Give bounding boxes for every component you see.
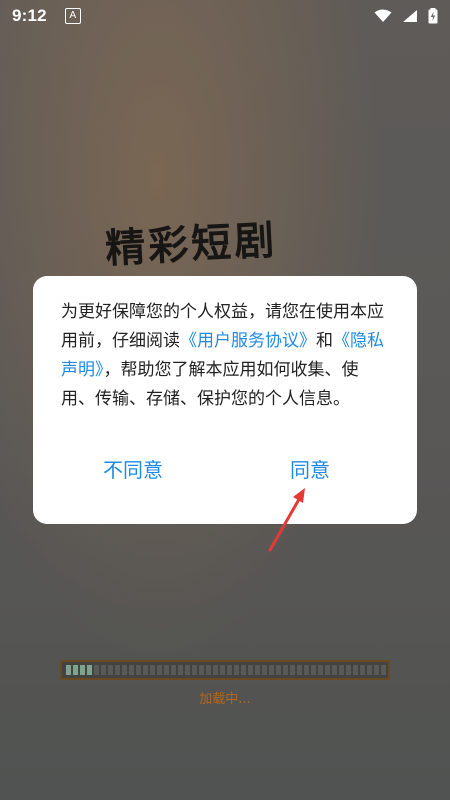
progress-segment (262, 665, 267, 675)
progress-segment (381, 665, 386, 675)
progress-segment (241, 665, 246, 675)
signal-icon (403, 10, 417, 22)
wifi-icon (374, 9, 392, 22)
progress-segment (87, 665, 92, 675)
battery-charging-icon (428, 8, 438, 24)
loading-progress-bar (60, 660, 390, 680)
status-time: 9:12 (12, 6, 47, 25)
progress-segment (157, 665, 162, 675)
progress-segment (227, 665, 232, 675)
progress-segment (129, 665, 134, 675)
progress-segment (66, 665, 71, 675)
progress-segment (199, 665, 204, 675)
progress-segment (339, 665, 344, 675)
dialog-text-part3: ，帮助您了解本应用如何收集、使用、传输、存储、保护您的个人信息。 (61, 360, 359, 409)
progress-segment (332, 665, 337, 675)
progress-segment (150, 665, 155, 675)
progress-segment (248, 665, 253, 675)
progress-segment (206, 665, 211, 675)
agree-button[interactable]: 同意 (290, 454, 330, 483)
progress-segment (220, 665, 225, 675)
progress-segment (192, 665, 197, 675)
progress-segment (255, 665, 260, 675)
status-bar: 9:12 A (0, 0, 450, 32)
status-icons (374, 8, 438, 24)
progress-segment (269, 665, 274, 675)
privacy-consent-dialog: 为更好保障您的个人权益，请您在使用本应用前，仔细阅读《用户服务协议》和《隐私声明… (33, 276, 417, 524)
progress-segment (346, 665, 351, 675)
progress-segment (115, 665, 120, 675)
loading-label: 加载中... (199, 692, 251, 707)
progress-segment (325, 665, 330, 675)
dialog-actions: 不同意 同意 (33, 454, 417, 494)
progress-segment (367, 665, 372, 675)
progress-segment (234, 665, 239, 675)
progress-segment (360, 665, 365, 675)
disagree-button[interactable]: 不同意 (103, 454, 163, 483)
progress-segment (304, 665, 309, 675)
dialog-text-part2: 和 (316, 331, 333, 351)
progress-segment (171, 665, 176, 675)
progress-segment (213, 665, 218, 675)
progress-segment (73, 665, 78, 675)
progress-segment (318, 665, 323, 675)
dialog-message: 为更好保障您的个人权益，请您在使用本应用前，仔细阅读《用户服务协议》和《隐私声明… (61, 298, 391, 414)
progress-segment (353, 665, 358, 675)
progress-segment (311, 665, 316, 675)
progress-segment (374, 665, 379, 675)
progress-segment (276, 665, 281, 675)
progress-segment (94, 665, 99, 675)
progress-segment (185, 665, 190, 675)
progress-segment (164, 665, 169, 675)
progress-segment (136, 665, 141, 675)
notification-a-icon: A (64, 8, 81, 24)
annotation-arrow-icon (268, 488, 305, 552)
progress-segment (178, 665, 183, 675)
progress-segment (122, 665, 127, 675)
progress-segment (143, 665, 148, 675)
progress-segment (80, 665, 85, 675)
progress-segment (108, 665, 113, 675)
progress-segment (101, 665, 106, 675)
progress-segment (297, 665, 302, 675)
user-agreement-link[interactable]: 《用户服务协议》 (180, 331, 316, 351)
progress-segment (290, 665, 295, 675)
progress-segment (283, 665, 288, 675)
app-background: 精彩短剧 9:12 A 为更好保障您的个人权益，请您在使用本应用前，仔细阅读《用… (0, 0, 450, 800)
